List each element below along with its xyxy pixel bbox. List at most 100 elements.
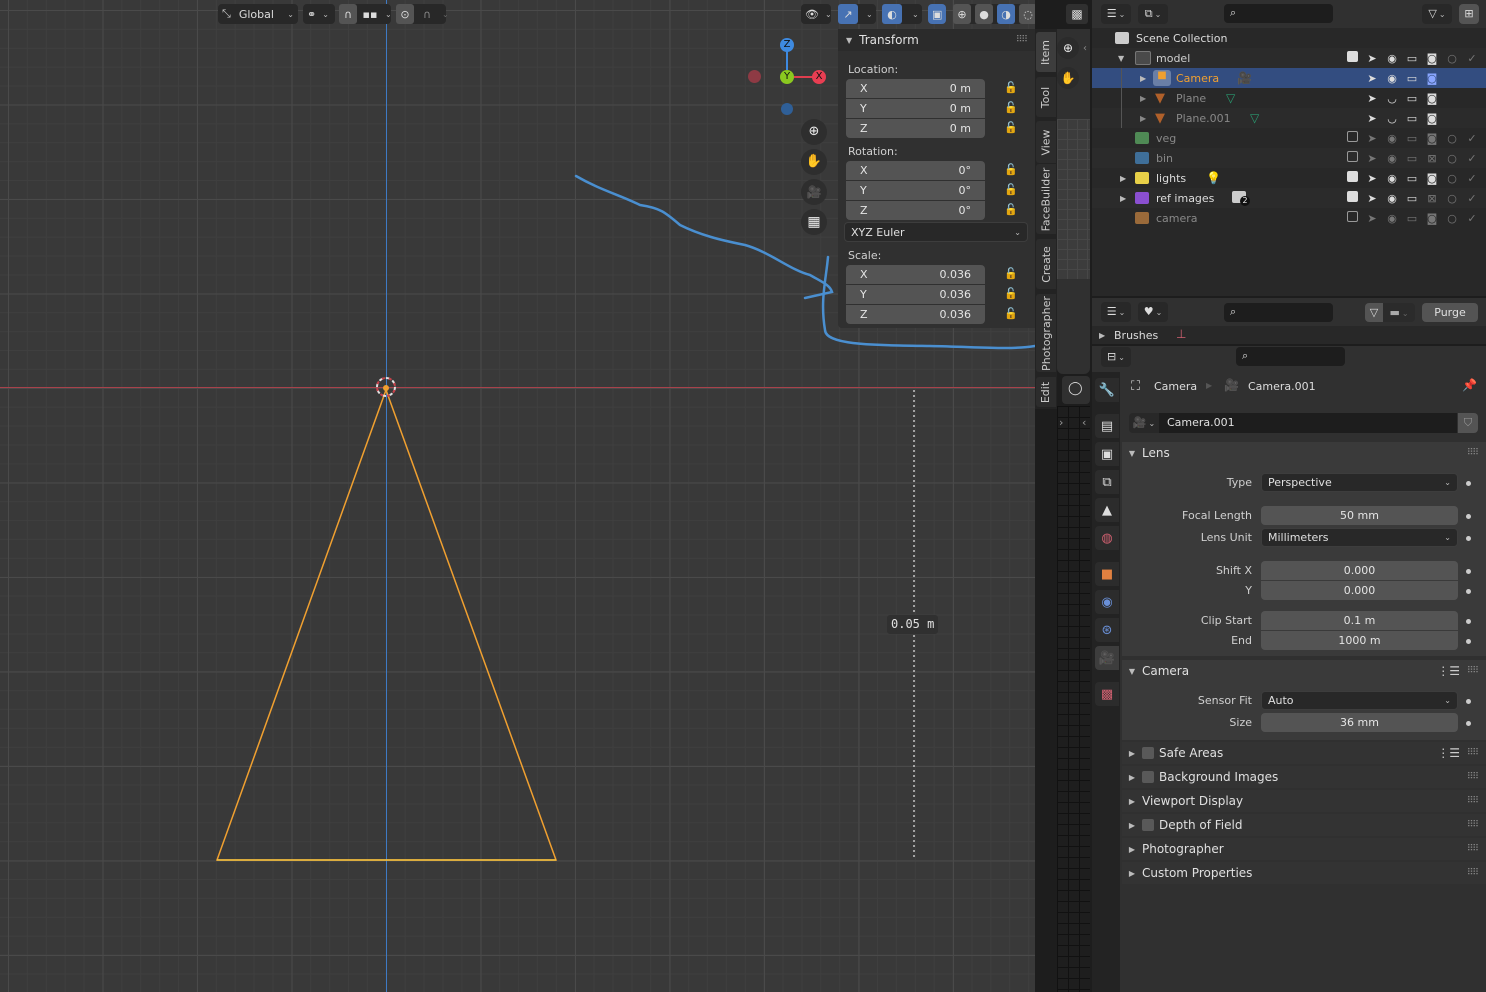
lock-rotation-x-icon[interactable]: 🔓 xyxy=(1004,163,1018,177)
editor-type-dropdown[interactable]: ⧉ ⌄ xyxy=(1138,4,1168,24)
render-camera-icon[interactable]: ◙ xyxy=(1422,212,1442,225)
world-tab[interactable]: ◍ xyxy=(1095,526,1119,550)
eye-icon[interactable]: ◉ xyxy=(1382,132,1402,145)
eye-icon[interactable]: ◉ xyxy=(1382,192,1402,205)
constraints-tab[interactable]: ⊛ xyxy=(1095,618,1119,642)
sidebar-tab-facebuilder[interactable]: FaceBuilder xyxy=(1036,164,1056,234)
display-mode-dropdown[interactable]: ☰ ⌄ xyxy=(1101,302,1131,322)
presets-list-icon[interactable]: ⋮☰ xyxy=(1437,664,1460,678)
keyframe-dot[interactable] xyxy=(1466,639,1471,644)
keyframe-dot[interactable] xyxy=(1466,589,1471,594)
rotation-z-field[interactable]: Z 0° xyxy=(846,201,985,220)
outliner-row-camera[interactable]: ▶ ■ Camera 🎥 ➤ ◉ ▭ ◙ xyxy=(1092,68,1486,88)
outliner-row-ref-images[interactable]: ▶ ref images 2 ➤ ◉ ▭ ⊠ ○ ✓ xyxy=(1092,188,1486,208)
select-arrow-icon[interactable]: ➤ xyxy=(1362,152,1382,165)
expand-chevron-icon[interactable]: › xyxy=(1059,416,1063,429)
gizmo-neg-x[interactable] xyxy=(748,70,761,83)
expand-triangle-icon[interactable]: ▶ xyxy=(1120,174,1126,183)
lens-unit-dropdown[interactable]: Millimeters ⌄ xyxy=(1261,528,1458,547)
mini-pan-button[interactable]: ✋ xyxy=(1057,67,1079,89)
indirect-only-icon[interactable]: ✓ xyxy=(1462,172,1482,185)
gizmo-neg-z[interactable] xyxy=(781,103,793,115)
render-camera-icon[interactable]: ◙ xyxy=(1422,92,1442,105)
render-disabled-icon[interactable]: ⊠ xyxy=(1422,152,1442,165)
chevron-down-icon[interactable]: ⌄ xyxy=(912,10,919,19)
monitor-icon[interactable]: ▭ xyxy=(1402,92,1422,105)
sidebar-tab-view[interactable]: View xyxy=(1036,121,1056,163)
render-tab[interactable]: ▤ xyxy=(1095,414,1119,438)
monitor-icon[interactable]: ▭ xyxy=(1402,132,1422,145)
exclude-checkbox[interactable] xyxy=(1342,171,1362,185)
safe-areas-checkbox[interactable] xyxy=(1142,747,1154,759)
rotation-y-field[interactable]: Y 0° xyxy=(846,181,985,200)
drag-grip-icon[interactable]: ⠿⠿ xyxy=(1016,35,1028,45)
outliner-row-camera-collection[interactable]: camera ➤ ◉ ▭ ◙ ○ ✓ xyxy=(1092,208,1486,228)
gizmo-y-axis[interactable]: Y xyxy=(780,70,794,84)
monitor-icon[interactable]: ▭ xyxy=(1402,152,1422,165)
lock-rotation-z-icon[interactable]: 🔓 xyxy=(1004,203,1018,217)
select-arrow-icon[interactable]: ➤ xyxy=(1362,52,1382,65)
keyframe-dot[interactable] xyxy=(1466,514,1471,519)
lock-location-z-icon[interactable]: 🔓 xyxy=(1004,121,1018,135)
chevron-down-icon[interactable]: ⌄ xyxy=(442,10,449,19)
collection-filter-dropdown[interactable]: ▬ ⌄ xyxy=(1383,303,1415,322)
scale-x-field[interactable]: X 0.036 xyxy=(846,265,985,284)
drag-grip-icon[interactable]: ⠿⠿ xyxy=(1467,868,1479,878)
lens-panel-header[interactable]: ▼ Lens ⠿⠿ xyxy=(1122,442,1486,464)
lock-location-y-icon[interactable]: 🔓 xyxy=(1004,101,1018,115)
transform-orientation-dropdown[interactable]: ⤡ Global ⌄ xyxy=(218,4,298,24)
eye-closed-icon[interactable]: ◡ xyxy=(1382,92,1402,105)
outliner-row-lights[interactable]: ▶ lights 💡 ➤ ◉ ▭ ◙ ○ ✓ xyxy=(1092,168,1486,188)
mesh-data-icon[interactable]: ▽ xyxy=(1250,111,1259,125)
purge-button[interactable]: Purge xyxy=(1422,303,1478,322)
safe-areas-panel-header[interactable]: ▶ Safe Areas ⋮☰ ⠿⠿ xyxy=(1122,742,1486,764)
indirect-only-icon[interactable]: ✓ xyxy=(1462,52,1482,65)
expand-triangle-icon[interactable]: ▶ xyxy=(1140,74,1146,83)
indirect-only-icon[interactable]: ✓ xyxy=(1462,192,1482,205)
datablock-name-field[interactable]: Camera.001 xyxy=(1159,413,1457,433)
render-camera-icon[interactable]: ◙ xyxy=(1422,172,1442,185)
scale-y-field[interactable]: Y 0.036 xyxy=(846,285,985,304)
expand-triangle-icon[interactable]: ▶ xyxy=(1140,94,1146,103)
shift-y-field[interactable]: 0.000 xyxy=(1261,581,1458,600)
navigation-gizmo[interactable]: Z Y X xyxy=(745,36,835,116)
texture-tab[interactable]: ▩ xyxy=(1095,682,1119,706)
expand-triangle-icon[interactable]: ▶ xyxy=(1099,331,1105,340)
render-camera-icon[interactable]: ◙ xyxy=(1422,132,1442,145)
photographer-panel-header[interactable]: ▶ Photographer ⠿⠿ xyxy=(1122,838,1486,860)
properties-search-input[interactable]: ⌕ xyxy=(1236,347,1345,366)
eye-icon[interactable]: ◉ xyxy=(1382,212,1402,225)
drag-grip-icon[interactable]: ⠿⠿ xyxy=(1467,820,1479,830)
lock-location-x-icon[interactable]: 🔓 xyxy=(1004,81,1018,95)
top-right-editor-button[interactable]: ▩ xyxy=(1066,4,1088,24)
select-arrow-icon[interactable]: ➤ xyxy=(1362,192,1382,205)
holdout-icon[interactable]: ○ xyxy=(1442,172,1462,185)
exclude-checkbox[interactable] xyxy=(1342,151,1362,165)
orphan-mode-dropdown[interactable]: ♥ ⌄ xyxy=(1138,302,1168,322)
orphan-search-input[interactable]: ⌕ xyxy=(1224,303,1333,322)
mini-zoom-button[interactable]: ⊕ xyxy=(1057,37,1079,59)
solid-shading-icon[interactable]: ● xyxy=(975,4,993,24)
tool-tab[interactable]: 🔧 xyxy=(1095,378,1119,402)
indirect-only-icon[interactable]: ✓ xyxy=(1462,152,1482,165)
presets-list-icon[interactable]: ⋮☰ xyxy=(1437,746,1460,760)
render-camera-icon[interactable]: ◙ xyxy=(1422,112,1442,125)
select-arrow-icon[interactable]: ➤ xyxy=(1362,92,1382,105)
indirect-only-icon[interactable]: ✓ xyxy=(1462,132,1482,145)
chevron-down-icon[interactable]: ⌄ xyxy=(385,10,392,19)
eye-icon[interactable]: ◉ xyxy=(1382,52,1402,65)
drag-grip-icon[interactable]: ⠿⠿ xyxy=(1467,666,1479,676)
clip-start-field[interactable]: 0.1 m xyxy=(1261,611,1458,630)
background-images-panel-header[interactable]: ▶ Background Images ⠿⠿ xyxy=(1122,766,1486,788)
transform-panel-header[interactable]: ▼ Transform ⠿⠿ xyxy=(838,29,1035,51)
monitor-icon[interactable]: ▭ xyxy=(1402,172,1422,185)
eye-icon[interactable]: ◉ xyxy=(1382,172,1402,185)
monitor-icon[interactable]: ▭ xyxy=(1402,212,1422,225)
object-visibility-dropdown[interactable]: 👁 ⌄ xyxy=(801,4,832,24)
indirect-only-icon[interactable]: ✓ xyxy=(1462,212,1482,225)
drag-grip-icon[interactable]: ⠿⠿ xyxy=(1467,772,1479,782)
eye-closed-icon[interactable]: ◡ xyxy=(1382,112,1402,125)
holdout-icon[interactable]: ○ xyxy=(1442,212,1462,225)
exclude-checkbox[interactable] xyxy=(1342,191,1362,205)
object-tab[interactable]: ■ xyxy=(1095,562,1119,586)
